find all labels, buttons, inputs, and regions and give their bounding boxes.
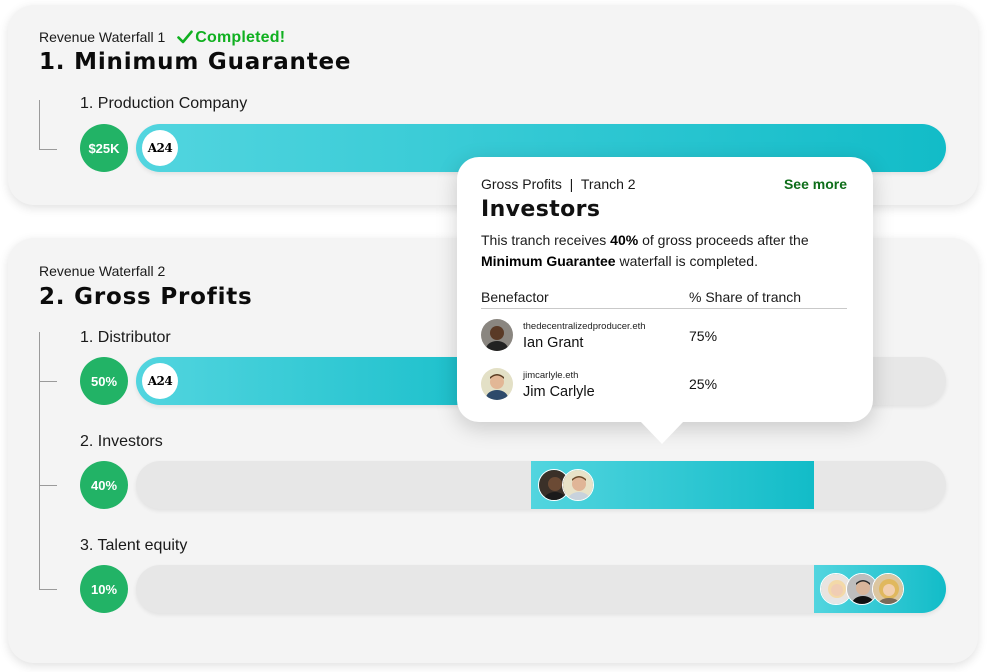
see-more-link[interactable]: See more bbox=[784, 176, 847, 192]
tree-connector-branch bbox=[39, 149, 57, 150]
desc-text: of gross proceeds after the bbox=[638, 232, 809, 248]
waterfall-2-title: 2. Gross Profits bbox=[39, 284, 253, 310]
tree-connector-branch bbox=[39, 381, 57, 382]
percent-pill: 40% bbox=[80, 461, 128, 509]
a24-logo: A24 bbox=[142, 130, 178, 166]
investor-avatar-icon bbox=[562, 469, 594, 501]
amount-pill: $25K bbox=[80, 124, 128, 172]
desc-text: waterfall is completed. bbox=[615, 253, 758, 269]
percent-pill: 10% bbox=[80, 565, 128, 613]
benefactor-handle: thedecentralizedproducer.eth bbox=[523, 321, 646, 332]
talent-avatar-icon bbox=[872, 573, 904, 605]
row-label-talent-equity: 3. Talent equity bbox=[80, 537, 188, 554]
benefactor-handle: jimcarlyle.eth bbox=[523, 370, 579, 381]
desc-percent: 40% bbox=[610, 232, 639, 248]
popover-title: Investors bbox=[481, 197, 601, 222]
person-avatar-icon bbox=[481, 319, 513, 351]
completed-status: Completed! bbox=[177, 29, 285, 46]
popover-eyebrow: Gross Profits | Tranch 2 bbox=[481, 176, 636, 192]
row-label-investors: 2. Investors bbox=[80, 433, 163, 450]
desc-text: This tranch receives bbox=[481, 232, 611, 248]
desc-waterfall-name: Minimum Guarantee bbox=[481, 253, 616, 269]
person-avatar-icon bbox=[481, 368, 513, 400]
completed-status-label: Completed! bbox=[195, 29, 286, 46]
benefactor-name: Jim Carlyle bbox=[523, 384, 595, 400]
benefactor-share: 75% bbox=[689, 328, 718, 344]
tranch-bar-talent-equity[interactable] bbox=[136, 565, 946, 613]
benefactor-share: 25% bbox=[689, 376, 718, 392]
tree-connector bbox=[39, 100, 40, 150]
tree-connector-branch bbox=[39, 485, 57, 486]
waterfall-1-title: 1. Minimum Guarantee bbox=[39, 49, 352, 75]
row-label-distributor: 1. Distributor bbox=[80, 329, 171, 346]
tree-connector-branch bbox=[39, 589, 57, 590]
a24-logo: A24 bbox=[142, 363, 178, 399]
table-divider bbox=[481, 308, 847, 309]
popover-arrow bbox=[640, 421, 684, 444]
col-header-share: % Share of tranch bbox=[689, 289, 802, 305]
waterfall-2-eyebrow: Revenue Waterfall 2 bbox=[39, 263, 166, 279]
row-label-production-company: 1. Production Company bbox=[80, 95, 248, 112]
tranch-bar-investors[interactable] bbox=[136, 461, 946, 509]
col-header-benefactor: Benefactor bbox=[481, 289, 549, 305]
tree-connector bbox=[39, 332, 40, 590]
benefactor-name: Ian Grant bbox=[523, 335, 584, 351]
waterfall-1-eyebrow-label: Revenue Waterfall 1 bbox=[39, 29, 166, 45]
tranch-details-popover: Gross Profits | Tranch 2 See more Invest… bbox=[457, 157, 873, 444]
waterfall-1-eyebrow: Revenue Waterfall 1 Completed! bbox=[39, 29, 285, 49]
check-icon bbox=[177, 30, 194, 49]
percent-pill: 50% bbox=[80, 357, 128, 405]
popover-description: This tranch receives 40% of gross procee… bbox=[481, 230, 853, 272]
